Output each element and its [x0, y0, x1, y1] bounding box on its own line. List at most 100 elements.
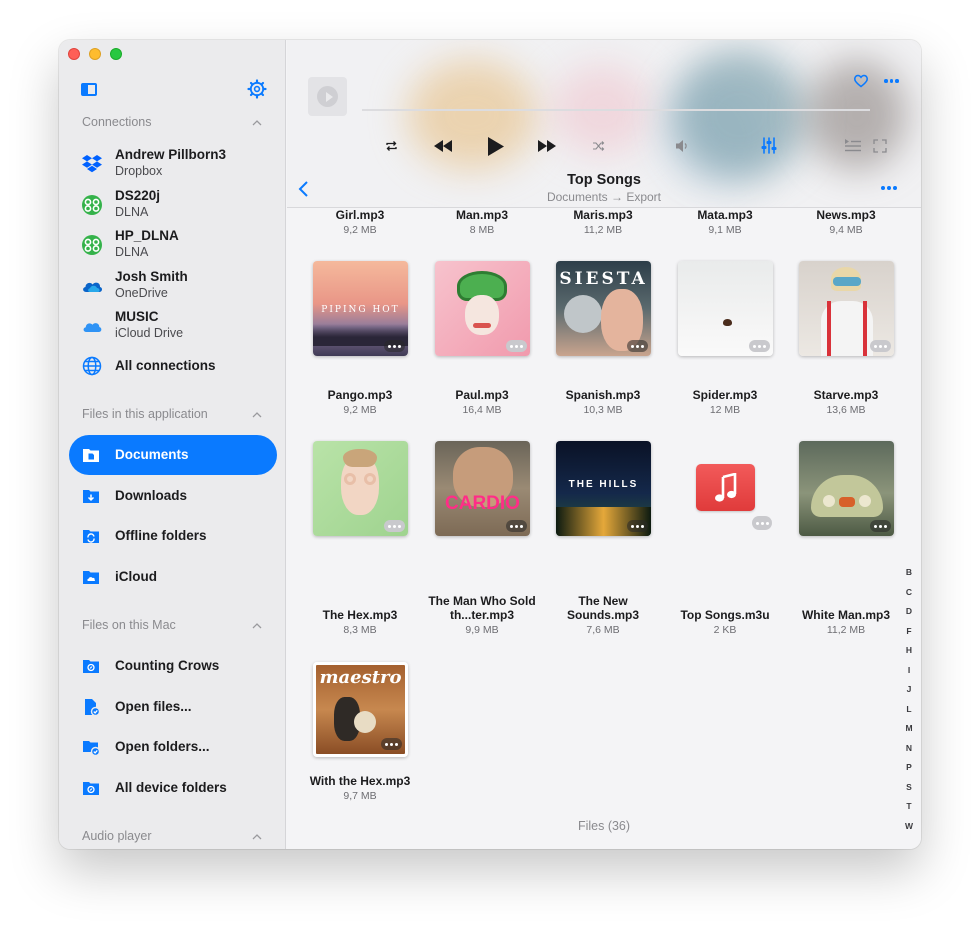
album-cover[interactable]: [799, 441, 894, 536]
volume-icon[interactable]: [675, 139, 690, 153]
close-window-button[interactable]: [68, 48, 80, 60]
file-name: The New Sounds.mp3: [566, 594, 639, 622]
sidebar-item-label: Documents: [115, 447, 189, 462]
connection-item-dropbox[interactable]: Andrew Pillborn3 Dropbox: [81, 147, 281, 183]
index-letter[interactable]: T: [901, 797, 917, 817]
chevron-up-icon[interactable]: [252, 410, 262, 420]
sidebar: Connections Andrew Pillborn3 Dropbox DS2…: [59, 40, 286, 849]
file-tile[interactable]: Mata.mp3 9,1 MB: [665, 208, 785, 237]
connection-service: Dropbox: [115, 164, 163, 178]
sidebar-item-offline-folders[interactable]: Offline folders: [69, 516, 277, 556]
chevron-up-icon[interactable]: [252, 832, 262, 842]
file-tile[interactable]: White Man.mp3 11,2 MB: [786, 608, 906, 637]
index-letter[interactable]: L: [901, 700, 917, 720]
sidebar-item-counting-crows[interactable]: Counting Crows: [69, 646, 277, 686]
playback-progress[interactable]: [362, 109, 870, 111]
file-tile[interactable]: Top Songs.m3u 2 KB: [665, 608, 785, 637]
album-cover[interactable]: CARDIO: [435, 441, 530, 536]
connection-item-icloud[interactable]: MUSIC iCloud Drive: [81, 309, 281, 345]
zoom-window-button[interactable]: [110, 48, 122, 60]
index-letter[interactable]: I: [901, 661, 917, 681]
file-tile[interactable]: Spanish.mp3 10,3 MB: [543, 388, 663, 417]
file-tile[interactable]: With the Hex.mp3 9,7 MB: [300, 774, 420, 803]
chevron-up-icon[interactable]: [252, 118, 262, 128]
minimize-window-button[interactable]: [89, 48, 101, 60]
equalizer-icon[interactable]: [761, 137, 777, 154]
index-letter[interactable]: M: [901, 719, 917, 739]
breadcrumb[interactable]: Documents → Export: [287, 190, 921, 204]
all-connections-item[interactable]: All connections: [81, 352, 281, 388]
file-tile[interactable]: Man.mp3 8 MB: [422, 208, 542, 237]
sidebar-item-all-device-folders[interactable]: All device folders: [69, 768, 277, 808]
index-letter[interactable]: B: [901, 563, 917, 583]
sidebar-item-open-files[interactable]: Open files...: [69, 687, 277, 727]
sidebar-item-downloads[interactable]: Downloads: [69, 476, 277, 516]
album-cover[interactable]: [678, 261, 773, 356]
music-note-icon: [715, 473, 737, 502]
more-icon[interactable]: [627, 520, 648, 532]
file-tile[interactable]: The Hex.mp3 8,3 MB: [300, 608, 420, 637]
album-cover[interactable]: [435, 261, 530, 356]
file-tile[interactable]: The Man Who Sold th...ter.mp3 9,9 MB: [422, 594, 542, 637]
index-letter[interactable]: S: [901, 778, 917, 798]
file-tile[interactable]: Pango.mp3 9,2 MB: [300, 388, 420, 417]
playlist-icon[interactable]: [844, 138, 862, 152]
more-icon[interactable]: [506, 520, 527, 532]
more-icon[interactable]: [384, 520, 405, 532]
file-tile[interactable]: Girl.mp3 9,2 MB: [300, 208, 420, 237]
rewind-icon[interactable]: [433, 138, 453, 154]
more-icon[interactable]: [870, 520, 891, 532]
more-icon[interactable]: [884, 79, 899, 83]
index-letter[interactable]: D: [901, 602, 917, 622]
connection-item-hp-dlna[interactable]: HP_DLNA DLNA: [81, 228, 281, 264]
file-tile[interactable]: Starve.mp3 13,6 MB: [786, 388, 906, 417]
album-cover[interactable]: maestro: [313, 662, 408, 757]
album-cover[interactable]: SIESTA: [556, 261, 651, 356]
album-cover[interactable]: [799, 261, 894, 356]
fast-forward-icon[interactable]: [537, 138, 557, 154]
repeat-icon[interactable]: [385, 140, 398, 152]
file-tile[interactable]: The New Sounds.mp3 7,6 MB: [543, 594, 663, 637]
sidebar-item-documents[interactable]: Documents: [69, 435, 277, 475]
album-cover[interactable]: [313, 441, 408, 536]
more-icon[interactable]: [627, 340, 648, 352]
more-icon[interactable]: [381, 738, 402, 750]
chevron-up-icon[interactable]: [252, 621, 262, 631]
sidebar-item-label: All device folders: [115, 780, 227, 795]
sidebar-item-open-folders[interactable]: Open folders...: [69, 727, 277, 767]
index-letter[interactable]: H: [901, 641, 917, 661]
connection-item-ds220j[interactable]: DS220j DLNA: [81, 188, 281, 224]
index-letter[interactable]: C: [901, 583, 917, 603]
section-title-files-mac: Files on this Mac: [82, 618, 176, 632]
file-name: Girl.mp3: [335, 208, 385, 222]
shuffle-icon[interactable]: [592, 140, 605, 152]
more-icon[interactable]: [749, 340, 770, 352]
album-cover[interactable]: PIPING HOT: [313, 261, 408, 356]
play-icon[interactable]: [486, 136, 505, 157]
file-tile[interactable]: News.mp3 9,4 MB: [786, 208, 906, 237]
sidebar-item-icloud[interactable]: iCloud: [69, 557, 277, 597]
fullscreen-icon[interactable]: [873, 139, 887, 153]
heart-icon[interactable]: [853, 73, 869, 88]
playlist-file-icon[interactable]: [696, 464, 755, 511]
sidebar-toggle-icon[interactable]: [81, 83, 97, 96]
more-icon[interactable]: [384, 340, 405, 352]
gear-icon[interactable]: [247, 79, 267, 99]
index-letter[interactable]: P: [901, 758, 917, 778]
connection-item-onedrive[interactable]: Josh Smith OneDrive: [81, 269, 281, 305]
index-letter[interactable]: F: [901, 622, 917, 642]
more-icon[interactable]: [506, 340, 527, 352]
alphabet-index[interactable]: B C D F H I J L M N P S T W: [901, 563, 917, 836]
album-cover[interactable]: THE HILLS: [556, 441, 651, 536]
file-tile[interactable]: Maris.mp3 11,2 MB: [543, 208, 663, 237]
page-title: Top Songs: [567, 172, 641, 188]
now-playing-artwork: [308, 77, 347, 116]
file-check-icon: [85, 699, 100, 716]
file-tile[interactable]: Paul.mp3 16,4 MB: [422, 388, 542, 417]
index-letter[interactable]: J: [901, 680, 917, 700]
index-letter[interactable]: N: [901, 739, 917, 759]
more-options-icon[interactable]: [881, 186, 897, 190]
more-icon[interactable]: [752, 516, 772, 530]
more-icon[interactable]: [870, 340, 891, 352]
file-tile[interactable]: Spider.mp3 12 MB: [665, 388, 785, 417]
